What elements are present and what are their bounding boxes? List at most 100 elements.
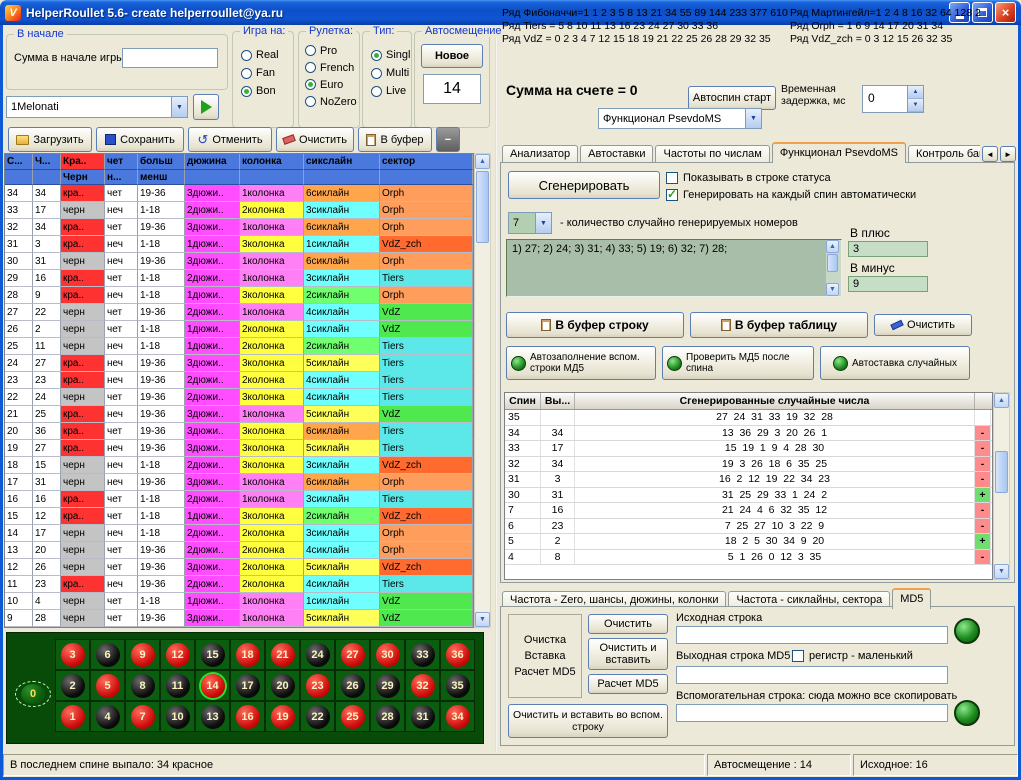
history-row[interactable]: 2916кра..чет1-182дюжи..1колонка3сиклайнT…: [5, 270, 473, 287]
spinner-up-icon[interactable]: ▲: [908, 86, 923, 99]
board-cell-33[interactable]: 33: [405, 639, 440, 670]
board-cell-0[interactable]: 0: [13, 677, 53, 710]
board-cell-28[interactable]: 28: [370, 701, 405, 732]
start-sum-input[interactable]: [122, 48, 218, 68]
board-cell-6[interactable]: 6: [90, 639, 125, 670]
toolbar-button-open-folder[interactable]: Загрузить: [8, 127, 92, 152]
board-cell-14[interactable]: 14: [195, 670, 230, 701]
main-tab-5[interactable]: Контроль банкро: [908, 145, 980, 163]
delay-spinner[interactable]: 0 ▲ ▼: [862, 85, 924, 113]
radio-option-french[interactable]: French: [305, 59, 357, 76]
history-row[interactable]: 1417черннеч1-182дюжи..2колонка3сиклайнOr…: [5, 525, 473, 542]
board-cell-18[interactable]: 18: [230, 639, 265, 670]
history-row[interactable]: 2722чернчет19-362дюжи..1колонка4сиклайнV…: [5, 304, 473, 321]
board-cell-22[interactable]: 22: [300, 701, 335, 732]
gen-row[interactable]: 323419 3 26 18 6 35 25-: [505, 457, 992, 473]
history-row[interactable]: 1320чернчет19-362дюжи..2колонка4сиклайнO…: [5, 542, 473, 559]
gen-row[interactable]: 303131 25 29 33 1 24 2+: [505, 488, 992, 504]
history-row[interactable]: 2511черннеч1-181дюжи..2колонка2сиклайнTi…: [5, 338, 473, 355]
board-cell-2[interactable]: 2: [55, 670, 90, 701]
scroll-thumb[interactable]: [827, 254, 838, 272]
radio-option-euro[interactable]: Euro: [305, 76, 357, 93]
history-row[interactable]: 1123кра..неч19-362дюжи..2колонка4сиклайн…: [5, 576, 473, 593]
md5-copy-source-button[interactable]: [954, 618, 980, 644]
copy-table-button[interactable]: В буфер таблицу: [690, 312, 868, 338]
main-tab-4[interactable]: Функционал PsevdoMS: [772, 142, 906, 163]
gen-row[interactable]: 331715 19 1 9 4 28 30-: [505, 441, 992, 457]
function-select[interactable]: Функционал PsevdoMS ▼: [598, 108, 762, 129]
history-row[interactable]: 2036кра..чет19-363дюжи..3колонка6сиклайн…: [5, 423, 473, 440]
freq-tab-3[interactable]: MD5: [892, 588, 931, 609]
history-row[interactable]: 1226чернчет19-363дюжи..2колонка5сиклайнV…: [5, 559, 473, 576]
chevron-down-icon[interactable]: ▼: [535, 213, 551, 233]
gen-row[interactable]: 3527 24 31 33 19 32 28: [505, 410, 992, 426]
board-cell-30[interactable]: 30: [370, 639, 405, 670]
autofill-md5-button[interactable]: Автозаполнение вспом. строки МД5: [506, 346, 656, 380]
clear-output-button[interactable]: Очистить: [874, 314, 972, 336]
board-cell-4[interactable]: 4: [90, 701, 125, 732]
board-cell-12[interactable]: 12: [160, 639, 195, 670]
radio-option-live[interactable]: Live: [371, 82, 410, 100]
main-tab-2[interactable]: Автоставки: [580, 145, 653, 163]
gen-row[interactable]: 71621 24 4 6 32 35 12-: [505, 503, 992, 519]
radio-option-nozero[interactable]: NoZero: [305, 93, 357, 110]
scroll-down-icon[interactable]: ▼: [826, 283, 839, 296]
count-select[interactable]: 7 ▼: [508, 212, 552, 234]
history-row[interactable]: 3031черннеч19-363дюжи..1колонка6сиклайнO…: [5, 253, 473, 270]
gen-row[interactable]: 31316 2 12 19 22 34 23-: [505, 472, 992, 488]
scroll-down-icon[interactable]: ▼: [994, 564, 1009, 579]
board-cell-8[interactable]: 8: [125, 670, 160, 701]
copy-line-button[interactable]: В буфер строку: [506, 312, 684, 338]
generate-button[interactable]: Сгенерировать: [508, 171, 660, 199]
history-row[interactable]: 2427кра..неч19-363дюжи..3колонка5сиклайн…: [5, 355, 473, 372]
md5-copy-aux-button[interactable]: [954, 700, 980, 726]
toolbar-button-clipboard[interactable]: В буфер: [358, 127, 432, 152]
toolbar-button-undo[interactable]: ↺Отменить: [188, 127, 272, 152]
radio-option-pro[interactable]: Pro: [305, 42, 357, 59]
history-row[interactable]: 3434кра..чет19-363дюжи..1колонка6сиклайн…: [5, 185, 473, 202]
history-row[interactable]: 1731черннеч19-363дюжи..1колонка6сиклайнO…: [5, 474, 473, 491]
board-cell-25[interactable]: 25: [335, 701, 370, 732]
history-row[interactable]: 313кра..неч1-181дюжи..3колонка1сиклайнVd…: [5, 236, 473, 253]
history-scrollbar[interactable]: ▲ ▼: [474, 153, 491, 628]
history-row[interactable]: 2224чернчет19-362дюжи..3колонка4сиклайнT…: [5, 389, 473, 406]
radio-option-fan[interactable]: Fan: [241, 64, 279, 82]
scroll-up-icon[interactable]: ▲: [475, 154, 490, 169]
autobet-random-button[interactable]: Автоставка случайных: [820, 346, 970, 380]
board-cell-1[interactable]: 1: [55, 701, 90, 732]
scroll-down-icon[interactable]: ▼: [475, 612, 490, 627]
main-tab-1[interactable]: Анализатор: [502, 145, 578, 163]
history-row[interactable]: 262чернчет1-181дюжи..2колонка1сиклайнVdZ: [5, 321, 473, 338]
auto-generate-checkbox[interactable]: Генерировать на каждый спин автоматическ…: [666, 189, 916, 201]
history-row[interactable]: 1616кра..чет1-182дюжи..1колонка3сиклайнT…: [5, 491, 473, 508]
board-cell-5[interactable]: 5: [90, 670, 125, 701]
md5-clear-paste-button[interactable]: Очистить и вставить: [588, 638, 668, 670]
main-tab-3[interactable]: Частоты по числам: [655, 145, 769, 163]
radio-option-bon[interactable]: Bon: [241, 82, 279, 100]
board-cell-13[interactable]: 13: [195, 701, 230, 732]
chevron-down-icon[interactable]: ▼: [171, 97, 187, 117]
board-cell-11[interactable]: 11: [160, 670, 195, 701]
history-row[interactable]: 104чернчет1-181дюжи..1колонка1сиклайнVdZ: [5, 593, 473, 610]
spinner-down-icon[interactable]: ▼: [908, 99, 923, 112]
toolbar-button-minus[interactable]: −: [436, 127, 460, 152]
scroll-up-icon[interactable]: ▲: [994, 393, 1009, 408]
show-in-status-checkbox[interactable]: Показывать в строке статуса: [666, 172, 831, 184]
radio-option-real[interactable]: Real: [241, 46, 279, 64]
generated-numbers-output[interactable]: 1) 27; 2) 24; 3) 31; 4) 33; 5) 19; 6) 32…: [506, 239, 842, 297]
history-row[interactable]: 1927кра..неч19-363дюжи..3колонка5сиклайн…: [5, 440, 473, 457]
md5-calc-button[interactable]: Расчет MD5: [588, 674, 668, 694]
md5-source-input[interactable]: [676, 626, 948, 644]
gen-row[interactable]: 485 1 26 0 12 3 35-: [505, 550, 992, 566]
md5-output-input[interactable]: [676, 666, 948, 684]
board-cell-16[interactable]: 16: [230, 701, 265, 732]
board-cell-36[interactable]: 36: [440, 639, 475, 670]
tab-scroll-right-icon[interactable]: ►: [1000, 146, 1016, 162]
board-cell-17[interactable]: 17: [230, 670, 265, 701]
history-row[interactable]: 1815черннеч1-182дюжи..3колонка3сиклайнVd…: [5, 457, 473, 474]
board-cell-32[interactable]: 32: [405, 670, 440, 701]
scroll-thumb[interactable]: [995, 451, 1008, 493]
toolbar-button-clear[interactable]: Очистить: [276, 127, 354, 152]
radio-option-singl[interactable]: Singl: [371, 46, 410, 64]
radio-option-multi[interactable]: Multi: [371, 64, 410, 82]
